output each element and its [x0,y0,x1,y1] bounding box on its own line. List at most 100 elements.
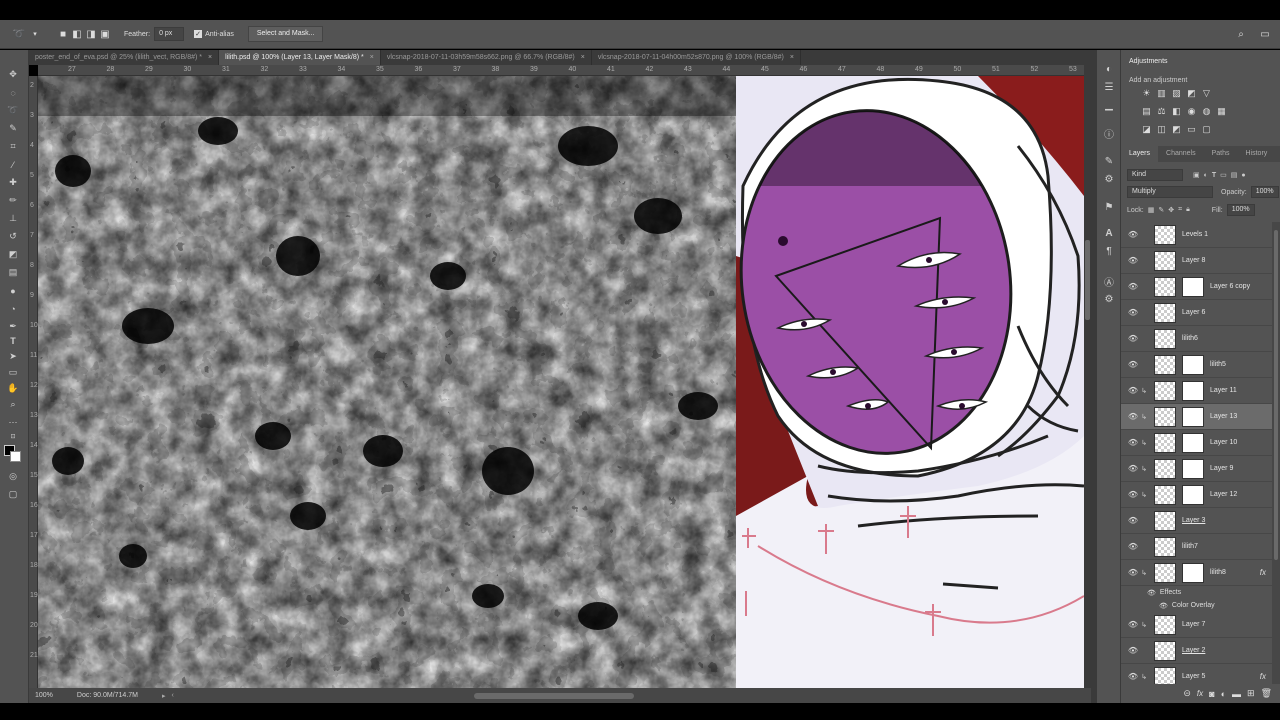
character-panel-icon[interactable]: A [1102,226,1116,240]
brush-settings-icon[interactable]: ⚙ [1102,172,1116,186]
filter-toggle-icon[interactable]: ● [1241,172,1245,179]
layer-row[interactable]: 👁︎ ↳ Layer 10 [1121,430,1272,456]
move-tool-icon[interactable]: ✥ [6,68,20,81]
status-menu-arrow-icon[interactable]: ▸ [162,692,166,700]
visibility-eye-icon[interactable]: 👁︎ [1126,620,1140,629]
visibility-eye-icon[interactable]: 👁︎ [1126,230,1140,239]
layer-mask-thumbnail[interactable] [1182,380,1204,401]
filter-type-icon[interactable]: T [1212,172,1216,179]
layers-scroll-thumb[interactable] [1274,230,1278,560]
history-brush-icon[interactable]: ↺ [6,230,20,243]
visibility-eye-icon[interactable]: 👁︎ [1126,568,1140,577]
layer-row[interactable]: 👁︎ lilith7 [1121,534,1272,560]
layer-thumbnail[interactable] [1154,276,1176,297]
blur-tool-icon[interactable]: ● [6,284,20,297]
layer-name[interactable]: Layer 7 [1182,621,1205,628]
fill-input[interactable]: 100% [1226,204,1255,216]
zoom-tool-icon[interactable]: ⌕ [6,398,20,411]
workspace-icon[interactable]: ▭ [1258,27,1272,41]
gradient-map-icon[interactable]: ▭ [1186,124,1197,135]
layer-thumbnail[interactable] [1154,354,1176,375]
pen-tool-icon[interactable]: ✒ [6,320,20,333]
layer-row[interactable]: 👁︎ ↳ Layer 7 [1121,612,1272,638]
layer-thumbnail[interactable] [1154,562,1176,583]
kind-filter-select[interactable]: Kind [1127,169,1183,181]
close-icon[interactable]: × [208,50,212,65]
layer-name[interactable]: Layer 9 [1210,465,1233,472]
layer-thumbnail[interactable] [1154,406,1176,427]
layer-thumbnail[interactable] [1154,432,1176,453]
visibility-eye-icon[interactable]: 👁︎ [1126,282,1140,291]
add-style-icon[interactable]: fx [1197,689,1203,698]
lock-position-icon[interactable]: ✥ [1168,206,1174,214]
layer-thumbnail[interactable] [1154,380,1176,401]
layer-name[interactable]: Layer 6 [1182,309,1205,316]
brush-tool-icon[interactable]: ✏ [6,194,20,207]
adjustments-panel-icon[interactable]: ◐ [1102,62,1116,76]
effects-eye-icon[interactable]: 👁︎ [1147,589,1156,597]
levels-panel-icon[interactable]: ▁ [1102,98,1116,112]
intersect-selection-icon[interactable]: ▣ [98,27,112,41]
layer-effects-icon[interactable]: fx [1260,672,1266,681]
layer-name[interactable]: Layer 5 [1182,673,1205,680]
layer-row[interactable]: 👁︎ Layer 6 copy [1121,274,1272,300]
quick-select-icon[interactable]: ✎ [6,122,20,135]
lasso-tool-icon[interactable]: ➰ [6,104,20,117]
layer-name[interactable]: Layer 11 [1210,387,1237,394]
search-icon[interactable]: ⌕ [1234,27,1248,41]
tab-vlcsnap-2[interactable]: vlcsnap-2018-07-11-04h00m52s870.png @ 10… [592,50,801,65]
properties-icon[interactable]: ⚙ [1102,292,1116,306]
layer-row[interactable]: 👁︎ Layer 8 [1121,248,1272,274]
more-tools-icon[interactable]: ⋯ [6,416,20,429]
color-lookup-icon[interactable]: ▦ [1216,106,1227,117]
layer-row[interactable]: 👁︎ ↳ Layer 11 [1121,378,1272,404]
background-color-swatch[interactable] [10,451,21,462]
layer-row[interactable]: 👁︎ ↳ Layer 5 fx [1121,664,1272,684]
delete-layer-icon[interactable]: 🗑︎ [1261,688,1272,699]
select-and-mask-button[interactable]: Select and Mask... [247,26,324,42]
crop-tool-icon[interactable]: ⌗ [6,140,20,153]
tab-lilith[interactable]: lilith.psd @ 100% (Layer 13, Layer Mask/… [219,50,381,65]
color-overlay-row[interactable]: 👁︎ Color Overlay [1121,599,1272,612]
layer-thumbnail[interactable] [1154,666,1176,684]
visibility-eye-icon[interactable]: 👁︎ [1126,464,1140,473]
zoom-level[interactable]: 100% [35,692,53,699]
visibility-eye-icon[interactable]: 👁︎ [1126,386,1140,395]
layer-thumbnail[interactable] [1154,302,1176,323]
screen-mode-icon[interactable]: ▢ [6,488,20,501]
opacity-input[interactable]: 100% [1250,186,1279,198]
layer-row[interactable]: 👁︎ Layer 6 [1121,300,1272,326]
marquee-tool-icon[interactable]: ◌ [6,86,20,99]
tab-history[interactable]: History [1238,146,1276,162]
dodge-tool-icon[interactable]: ◔ [6,302,20,315]
eraser-tool-icon[interactable]: ◩ [6,248,20,261]
layer-thumbnail[interactable] [1154,458,1176,479]
antialias-checkbox[interactable]: ✓ [194,30,203,38]
layer-mask-thumbnail[interactable] [1182,458,1204,479]
effects-row[interactable]: 👁︎ Effects [1121,586,1272,599]
close-icon[interactable]: × [790,50,794,65]
curves-icon[interactable]: ▨ [1171,88,1182,99]
layer-mask-thumbnail[interactable] [1182,562,1204,583]
hue-saturation-icon[interactable]: ▤ [1141,106,1152,117]
layer-name[interactable]: Layer 8 [1182,257,1205,264]
threshold-icon[interactable]: ◩ [1171,124,1182,135]
layer-name[interactable]: Layer 12 [1210,491,1237,498]
blend-mode-select[interactable]: Multiply [1127,186,1213,198]
lock-all-icon[interactable]: 🔒︎ [1186,206,1190,214]
visibility-eye-icon[interactable]: 👁︎ [1126,542,1140,551]
layer-name[interactable]: Layer 6 copy [1210,283,1250,290]
tab-layers[interactable]: Layers [1121,146,1159,162]
tab-vlcsnap-1[interactable]: vlcsnap-2018-07-11-03h59m58s662.png @ 66… [381,50,592,65]
info-icon[interactable]: ⓘ [1102,126,1116,141]
vibrance-icon[interactable]: ▽ [1201,88,1212,99]
color-balance-icon[interactable]: ⚖ [1156,106,1167,117]
layer-thumbnail[interactable] [1154,614,1176,635]
levels-icon[interactable]: ▥ [1156,88,1167,99]
scroll-left-icon[interactable]: ‹ [172,692,174,699]
layer-row[interactable]: 👁︎ ↳ Layer 9 [1121,456,1272,482]
healing-brush-icon[interactable]: ✚ [6,176,20,189]
canvas-vertical-scrollbar[interactable] [1084,65,1091,688]
layer-row[interactable]: 👁︎ Layer 3 [1121,508,1272,534]
new-group-icon[interactable]: ▬ [1232,689,1241,699]
